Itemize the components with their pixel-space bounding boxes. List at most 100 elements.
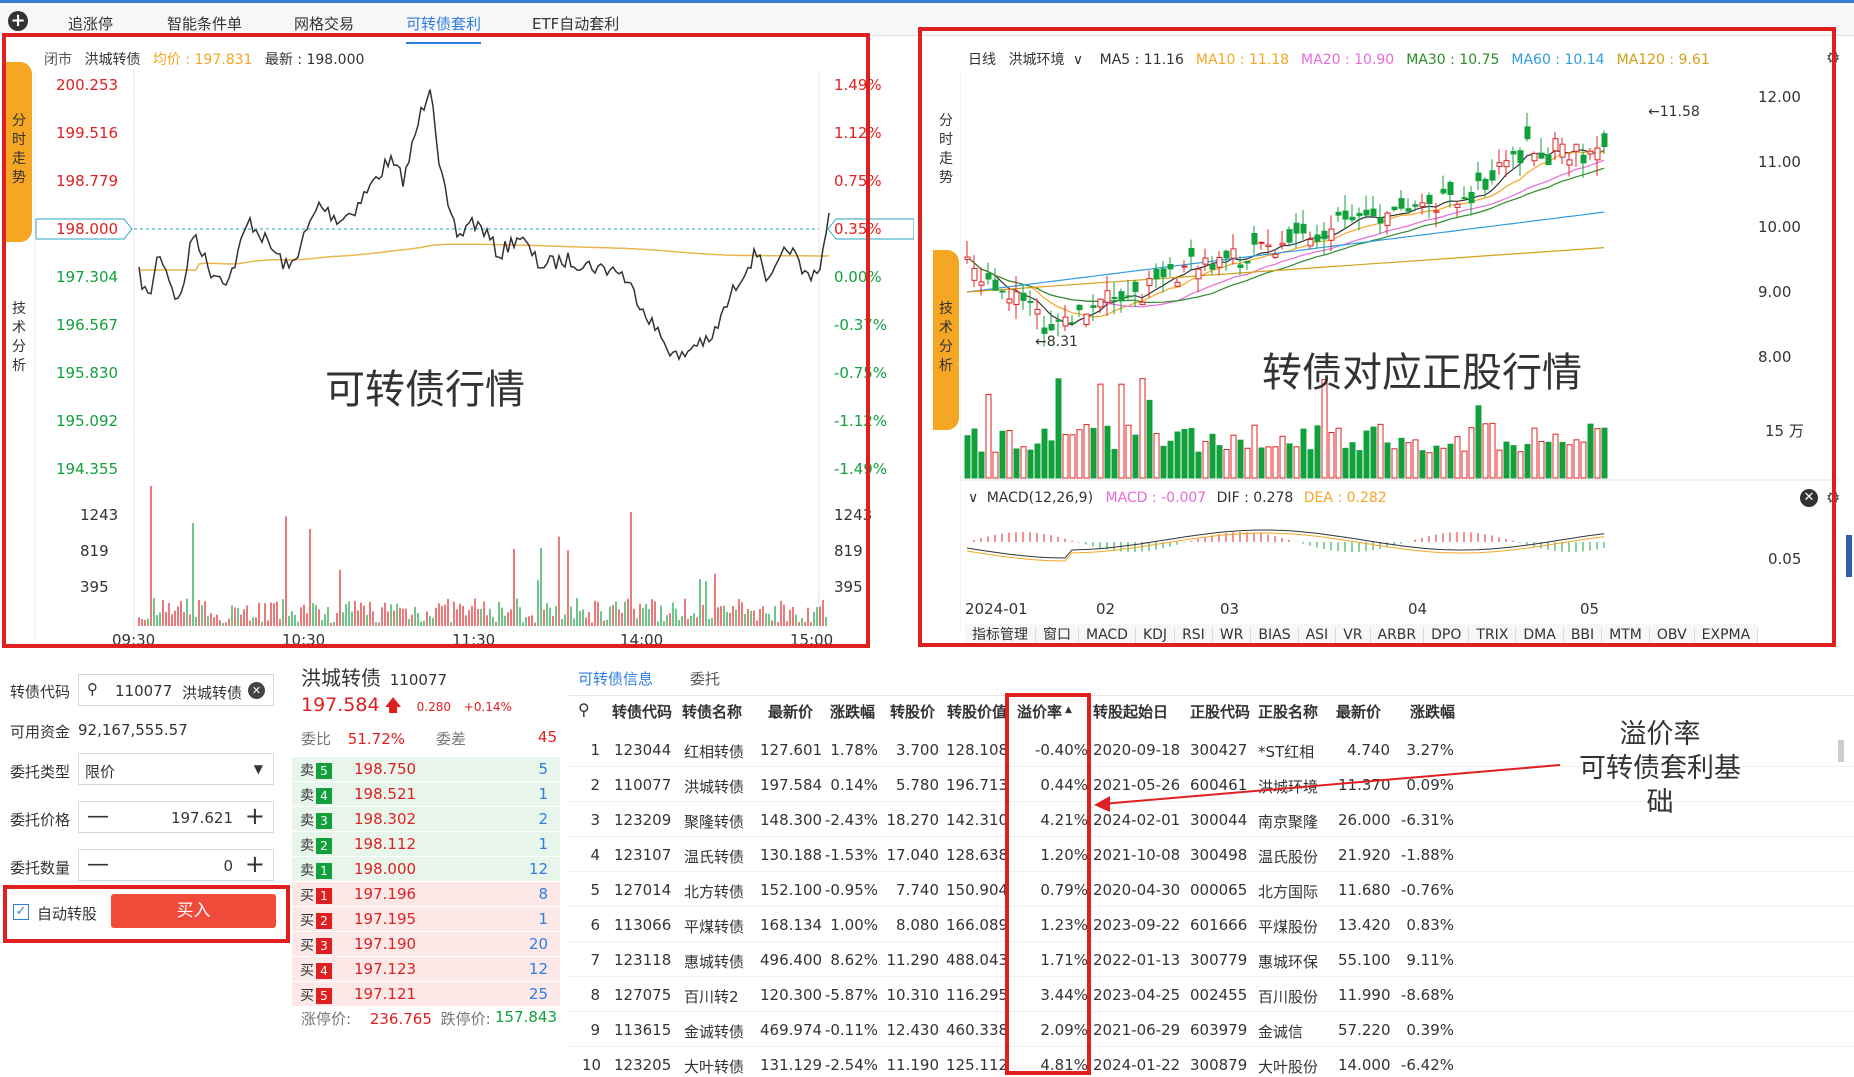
- column-header[interactable]: 最新价: [1336, 701, 1381, 722]
- indicator-tab[interactable]: BBI: [1563, 627, 1603, 643]
- column-header[interactable]: 转股价: [890, 701, 935, 722]
- percent-tick: 0.35%: [834, 220, 882, 238]
- ratio-row: 委比 51.72% 委差 45: [301, 728, 559, 749]
- column-header[interactable]: 最新价: [768, 701, 813, 722]
- candle-body: [1013, 291, 1020, 306]
- table-cell: 8.62%: [830, 951, 878, 969]
- indicator-tab[interactable]: 指标管理: [965, 627, 1036, 643]
- qty-value[interactable]: 0: [223, 857, 233, 875]
- table-cell: 0.14%: [830, 776, 878, 794]
- column-header[interactable]: 转债代码: [612, 701, 672, 722]
- candle-body: [1580, 154, 1587, 164]
- technical-side-tab-right[interactable]: 技 术 分 析: [933, 250, 959, 430]
- ask-row[interactable]: 卖 3 198.302 2: [292, 807, 560, 831]
- ask-row[interactable]: 卖 2 198.112 1: [292, 832, 560, 856]
- indicator-tab[interactable]: ARBR: [1370, 627, 1425, 643]
- technical-side-tab[interactable]: 技 术 分 析: [6, 300, 32, 390]
- column-header[interactable]: 涨跌幅: [1410, 701, 1455, 722]
- side-char: 分: [12, 339, 26, 355]
- volume-bar: [1447, 443, 1454, 479]
- indicator-tab[interactable]: BIAS: [1251, 627, 1299, 643]
- scrollbar[interactable]: [1838, 740, 1844, 762]
- ask-row[interactable]: 卖 5 198.750 5: [292, 757, 560, 781]
- chevron-down-icon[interactable]: ∨: [1073, 52, 1083, 68]
- indicator-tab[interactable]: VR: [1336, 627, 1371, 643]
- add-tab-icon[interactable]: +: [8, 11, 28, 31]
- indicator-tab[interactable]: TRIX: [1469, 627, 1517, 643]
- indicator-tab[interactable]: WR: [1212, 627, 1252, 643]
- indicator-tab[interactable]: RSI: [1175, 627, 1213, 643]
- indicator-tab[interactable]: DPO: [1424, 627, 1470, 643]
- column-header[interactable]: 转股价值: [947, 701, 1007, 722]
- tab-orders[interactable]: 委托: [690, 668, 720, 689]
- column-header[interactable]: 转债名称: [682, 701, 742, 722]
- order-type-select[interactable]: 限价 ▼: [78, 753, 274, 785]
- ask-row[interactable]: 卖 4 198.521 1: [292, 782, 560, 806]
- bid-row[interactable]: 买 1 197.196 8: [292, 882, 560, 906]
- bid-row[interactable]: 买 2 197.195 1: [292, 907, 560, 931]
- indicator-tab[interactable]: EXPMA: [1694, 627, 1759, 643]
- indicator-tab[interactable]: ASI: [1298, 627, 1337, 643]
- ask-row[interactable]: 卖 1 198.000 12: [292, 857, 560, 881]
- table-row[interactable]: 4 123107 温氏转债 130.188 -1.53% 17.040 128.638 1.2…: [568, 837, 1854, 872]
- qty-stepper[interactable]: — 0 +: [78, 849, 274, 881]
- column-header[interactable]: 转股起始日: [1093, 701, 1168, 722]
- tab-bond-info[interactable]: 可转债信息: [578, 668, 653, 689]
- minus-icon[interactable]: —: [87, 804, 109, 829]
- plus-icon[interactable]: +: [245, 850, 265, 878]
- indicator-tab[interactable]: MACD: [1079, 627, 1136, 643]
- tab-etf-arbitrage[interactable]: ETF自动套利: [532, 13, 619, 34]
- period-label[interactable]: 日线: [968, 52, 996, 68]
- column-header[interactable]: 正股名称: [1258, 701, 1318, 722]
- price-value[interactable]: 197.621: [171, 809, 233, 827]
- bid-row[interactable]: 买 5 197.121 25: [292, 982, 560, 1006]
- time-tick: 11:30: [452, 631, 495, 645]
- settings-icon[interactable]: ⚙: [1826, 488, 1840, 507]
- funds-label: 可用资金: [10, 723, 71, 741]
- table-cell: 127014: [614, 881, 672, 899]
- chevron-down-icon[interactable]: ∨: [968, 490, 978, 506]
- table-cell: 洪城转债: [684, 778, 745, 796]
- column-header[interactable]: 溢价率: [1017, 701, 1062, 722]
- candle-body: [1356, 212, 1363, 217]
- bid-row[interactable]: 买 4 197.123 12: [292, 957, 560, 981]
- volume-bar: [1139, 378, 1146, 479]
- tab-convertible-arbitrage[interactable]: 可转债套利: [406, 13, 482, 44]
- column-header[interactable]: 涨跌幅: [830, 701, 875, 722]
- column-header[interactable]: 正股代码: [1190, 701, 1250, 722]
- indicator-tab[interactable]: OBV: [1649, 627, 1695, 643]
- table-row[interactable]: 5 127014 北方转债 152.100 -0.95% 7.740 150.904 0.79…: [568, 872, 1854, 907]
- side-char: 走: [12, 151, 26, 167]
- table-row[interactable]: 6 113066 平煤转债 168.134 1.00% 8.080 166.089 1.23%…: [568, 907, 1854, 942]
- volume-bar: [971, 428, 978, 479]
- tab-limit-up[interactable]: 追涨停: [68, 13, 113, 34]
- tab-smart-order[interactable]: 智能条件单: [167, 13, 242, 34]
- clear-icon[interactable]: ✕: [248, 682, 265, 699]
- intraday-side-tab[interactable]: 分 时 走 势: [6, 62, 32, 242]
- buy-button[interactable]: 买入: [111, 894, 276, 928]
- indicator-tab[interactable]: MTM: [1602, 627, 1650, 643]
- table-row[interactable]: 9 113615 金诚转债 469.974 -0.11% 12.430 460.338 2.0…: [568, 1012, 1854, 1047]
- plus-icon[interactable]: +: [245, 802, 265, 830]
- stock-name[interactable]: 洪城环境: [1008, 52, 1064, 68]
- tab-grid-trading[interactable]: 网格交易: [294, 13, 354, 34]
- macd-label: MACD(12,26,9): [986, 490, 1094, 506]
- auto-convert-checkbox[interactable]: ✓: [13, 904, 29, 920]
- table-search-icon[interactable]: ⚲: [578, 700, 590, 719]
- close-icon[interactable]: ✕: [1800, 489, 1818, 507]
- minus-icon[interactable]: —: [87, 852, 109, 877]
- code-input[interactable]: ⚲ 110077 洪城转债 ✕: [78, 674, 274, 706]
- settings-icon[interactable]: ⚙: [1826, 48, 1840, 67]
- price-stepper[interactable]: — 197.621 +: [78, 801, 274, 833]
- bid-row[interactable]: 买 3 197.190 20: [292, 932, 560, 956]
- intraday-side-tab-right[interactable]: 分 时 走 势: [933, 112, 959, 202]
- table-row[interactable]: 10 123205 大叶转债 131.129 -2.54% 11.190 125.112 4.…: [568, 1047, 1854, 1077]
- table-row[interactable]: 8 127075 百川转2 120.300 -5.87% 10.310 116.295 3.4…: [568, 977, 1854, 1012]
- indicator-tab[interactable]: KDJ: [1135, 627, 1176, 643]
- indicator-tab[interactable]: DMA: [1516, 627, 1564, 643]
- indicator-tab[interactable]: 窗口: [1036, 627, 1079, 643]
- level-price: 197.190: [354, 935, 417, 953]
- sort-asc-icon[interactable]: ▲: [1065, 705, 1072, 715]
- table-row[interactable]: 7 123118 惠城转债 496.400 8.62% 11.290 488.043 1.71…: [568, 942, 1854, 977]
- level-side: 卖: [300, 763, 314, 779]
